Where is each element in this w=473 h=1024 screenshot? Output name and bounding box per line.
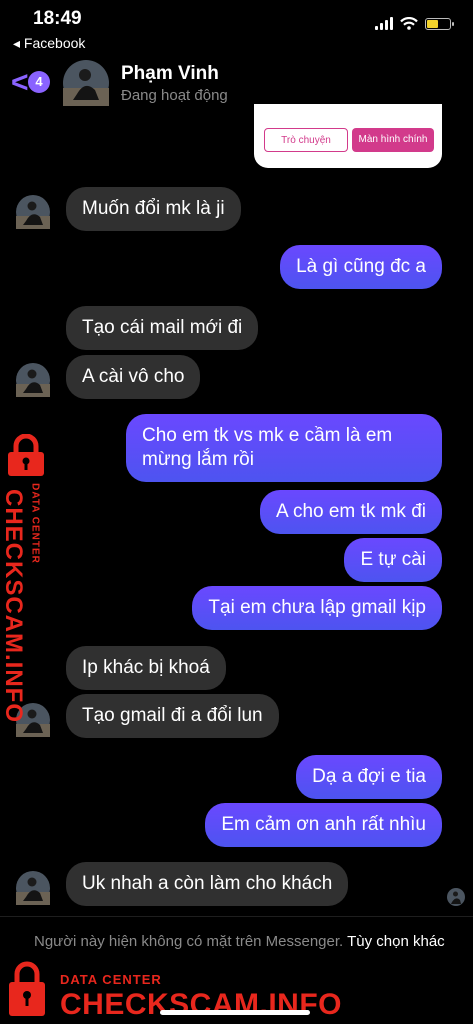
shared-image-chat-button: Trò chuyện [264, 128, 348, 152]
message-incoming[interactable]: Ip khác bị khoá [66, 646, 226, 690]
back-chevron-icon[interactable]: < [11, 68, 29, 98]
watermark-brand-vertical: CHECKSCAM.INFO [0, 489, 27, 723]
message-outgoing[interactable]: E tự cài [344, 538, 442, 582]
watermark-brand: CHECKSCAM.INFO [60, 988, 342, 1021]
message-outgoing[interactable]: A cho em tk mk đi [260, 490, 442, 534]
sender-avatar[interactable] [16, 871, 50, 905]
shared-image[interactable]: Trò chuyện Màn hình chính [254, 104, 442, 168]
watermark-label-vertical: DATA CENTER [29, 483, 41, 564]
battery-icon [425, 17, 454, 30]
home-indicator [160, 1010, 310, 1015]
shared-image-home-button: Màn hình chính [352, 128, 434, 152]
offline-notice-text: Người này hiện không có mặt trên Messeng… [34, 933, 344, 950]
message-incoming[interactable]: Uk nhah a còn làm cho khách [66, 862, 349, 906]
watermark-label: DATA CENTER [60, 972, 162, 987]
message-incoming[interactable]: Tạo cái mail mới đi [66, 306, 259, 350]
message-outgoing[interactable]: Là gì cũng đc a [280, 245, 442, 289]
message-incoming[interactable]: A cài vô cho [66, 355, 201, 399]
message-outgoing[interactable]: Dạ a đợi e tia [296, 755, 442, 799]
back-to-facebook-link[interactable]: ◂ Facebook [13, 35, 85, 52]
wifi-icon [400, 17, 418, 30]
seen-receipt-avatar [447, 888, 465, 906]
sender-avatar[interactable] [16, 195, 50, 229]
message-outgoing[interactable]: Cho em tk vs mk e cầm là em mừng lắm rồi [126, 414, 442, 482]
message-outgoing[interactable]: Em cảm ơn anh rất nhìu [205, 803, 442, 847]
status-time: 18:49 [33, 8, 82, 29]
footer-divider [0, 916, 473, 917]
message-incoming[interactable]: Muốn đổi mk là ji [66, 187, 241, 231]
offline-notice: Người này hiện không có mặt trên Messeng… [34, 931, 454, 953]
unread-count-badge[interactable]: 4 [28, 71, 50, 93]
sender-avatar[interactable] [16, 363, 50, 397]
contact-status: Đang hoạt động [121, 87, 228, 104]
contact-name[interactable]: Phạm Vinh [121, 63, 219, 85]
watermark-lock-icon [9, 961, 45, 1016]
message-outgoing[interactable]: Tại em chưa lập gmail kịp [192, 586, 442, 630]
more-options-link[interactable]: Tùy chọn khác [347, 933, 445, 950]
status-icons [375, 17, 454, 30]
contact-avatar[interactable] [63, 60, 109, 106]
watermark-lock-icon [8, 434, 44, 476]
cellular-signal-icon [375, 17, 393, 30]
message-incoming[interactable]: Tạo gmail đi a đổi lun [66, 694, 279, 738]
